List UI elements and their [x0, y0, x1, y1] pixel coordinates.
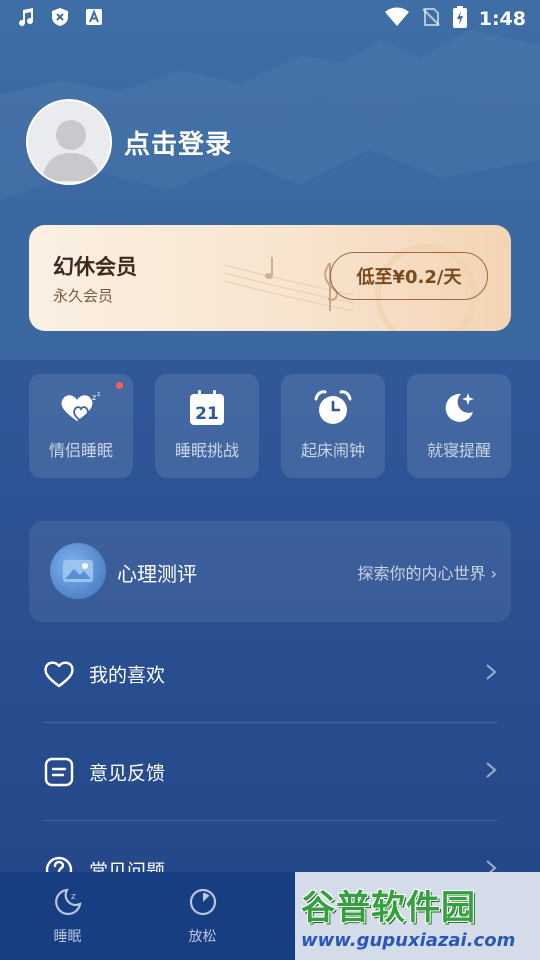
profile-login[interactable]: 点击登录 — [26, 99, 232, 185]
psych-test-card[interactable]: 心理测评 探索你的内心世界 › — [29, 521, 511, 622]
vip-price-button[interactable]: 低至¥0.2/天 — [330, 252, 488, 300]
battery-charging-icon — [452, 6, 467, 32]
shield-icon — [50, 7, 70, 31]
vip-title: 幻休会员 — [53, 255, 137, 279]
watermark-title: 谷普软件园 — [301, 888, 476, 928]
calendar-day: 21 — [195, 404, 219, 424]
tool-sleep-challenge[interactable]: 21 睡眠挑战 — [155, 374, 259, 478]
psych-test-title: 心理测评 — [117, 562, 197, 586]
watermark-url: www.gupuxiazai.com — [301, 930, 516, 951]
tool-alarm[interactable]: 起床闹钟 — [281, 374, 385, 478]
psych-test-link[interactable]: 探索你的内心世界 › — [358, 560, 498, 584]
menu-item-feedback[interactable]: 意见反馈 — [43, 723, 497, 821]
vip-card[interactable]: 幻休会员 永久会员 低至¥0.2/天 — [29, 225, 511, 331]
tool-bedtime-reminder[interactable]: 就寝提醒 — [407, 374, 511, 478]
wifi-icon — [384, 7, 409, 31]
alarm-clock-icon — [314, 390, 352, 426]
tab-label: 睡眠 — [53, 929, 82, 945]
tool-label: 就寝提醒 — [426, 441, 491, 460]
vip-subtitle: 永久会员 — [53, 287, 114, 305]
notification-dot — [116, 382, 123, 389]
moon-star-icon — [441, 390, 477, 426]
tab-relax[interactable]: 放松 — [135, 872, 270, 960]
tool-grid: z z 情侣睡眠 21 睡眠挑战 起床闹钟 就寝提醒 — [29, 374, 511, 478]
tab-label: 放松 — [188, 929, 217, 945]
heart-icon — [43, 658, 75, 690]
menu-item-favorites[interactable]: 我的喜欢 — [43, 625, 497, 723]
text-a-icon — [84, 7, 104, 31]
site-watermark: 谷普软件园 www.gupuxiazai.com — [295, 872, 540, 960]
chevron-right-icon — [485, 663, 497, 685]
menu-label: 意见反馈 — [89, 762, 166, 785]
avatar[interactable] — [26, 99, 112, 185]
tool-label: 睡眠挑战 — [174, 441, 239, 460]
psych-test-icon — [50, 543, 106, 599]
chevron-right-icon — [485, 761, 497, 783]
svg-text:z: z — [71, 892, 76, 902]
svg-text:z: z — [97, 391, 100, 398]
menu-label: 我的喜欢 — [89, 664, 166, 687]
tab-sleep[interactable]: z 睡眠 — [0, 872, 135, 960]
login-text[interactable]: 点击登录 — [124, 124, 232, 161]
tool-label: 情侣睡眠 — [48, 441, 113, 460]
calendar-21-icon: 21 — [189, 390, 225, 426]
relax-icon — [188, 886, 218, 918]
feedback-icon — [43, 756, 75, 788]
moon-z-icon: z — [53, 886, 83, 918]
status-bar: 1:48 — [0, 0, 540, 38]
svg-text:z: z — [92, 393, 96, 402]
tool-label: 起床闹钟 — [300, 441, 365, 460]
tool-couple-sleep[interactable]: z z 情侣睡眠 — [29, 374, 133, 478]
no-sim-icon — [421, 7, 441, 31]
clock-time: 1:48 — [478, 8, 526, 30]
music-note-icon — [16, 7, 36, 31]
couple-sleep-heart-icon: z z — [59, 390, 103, 426]
